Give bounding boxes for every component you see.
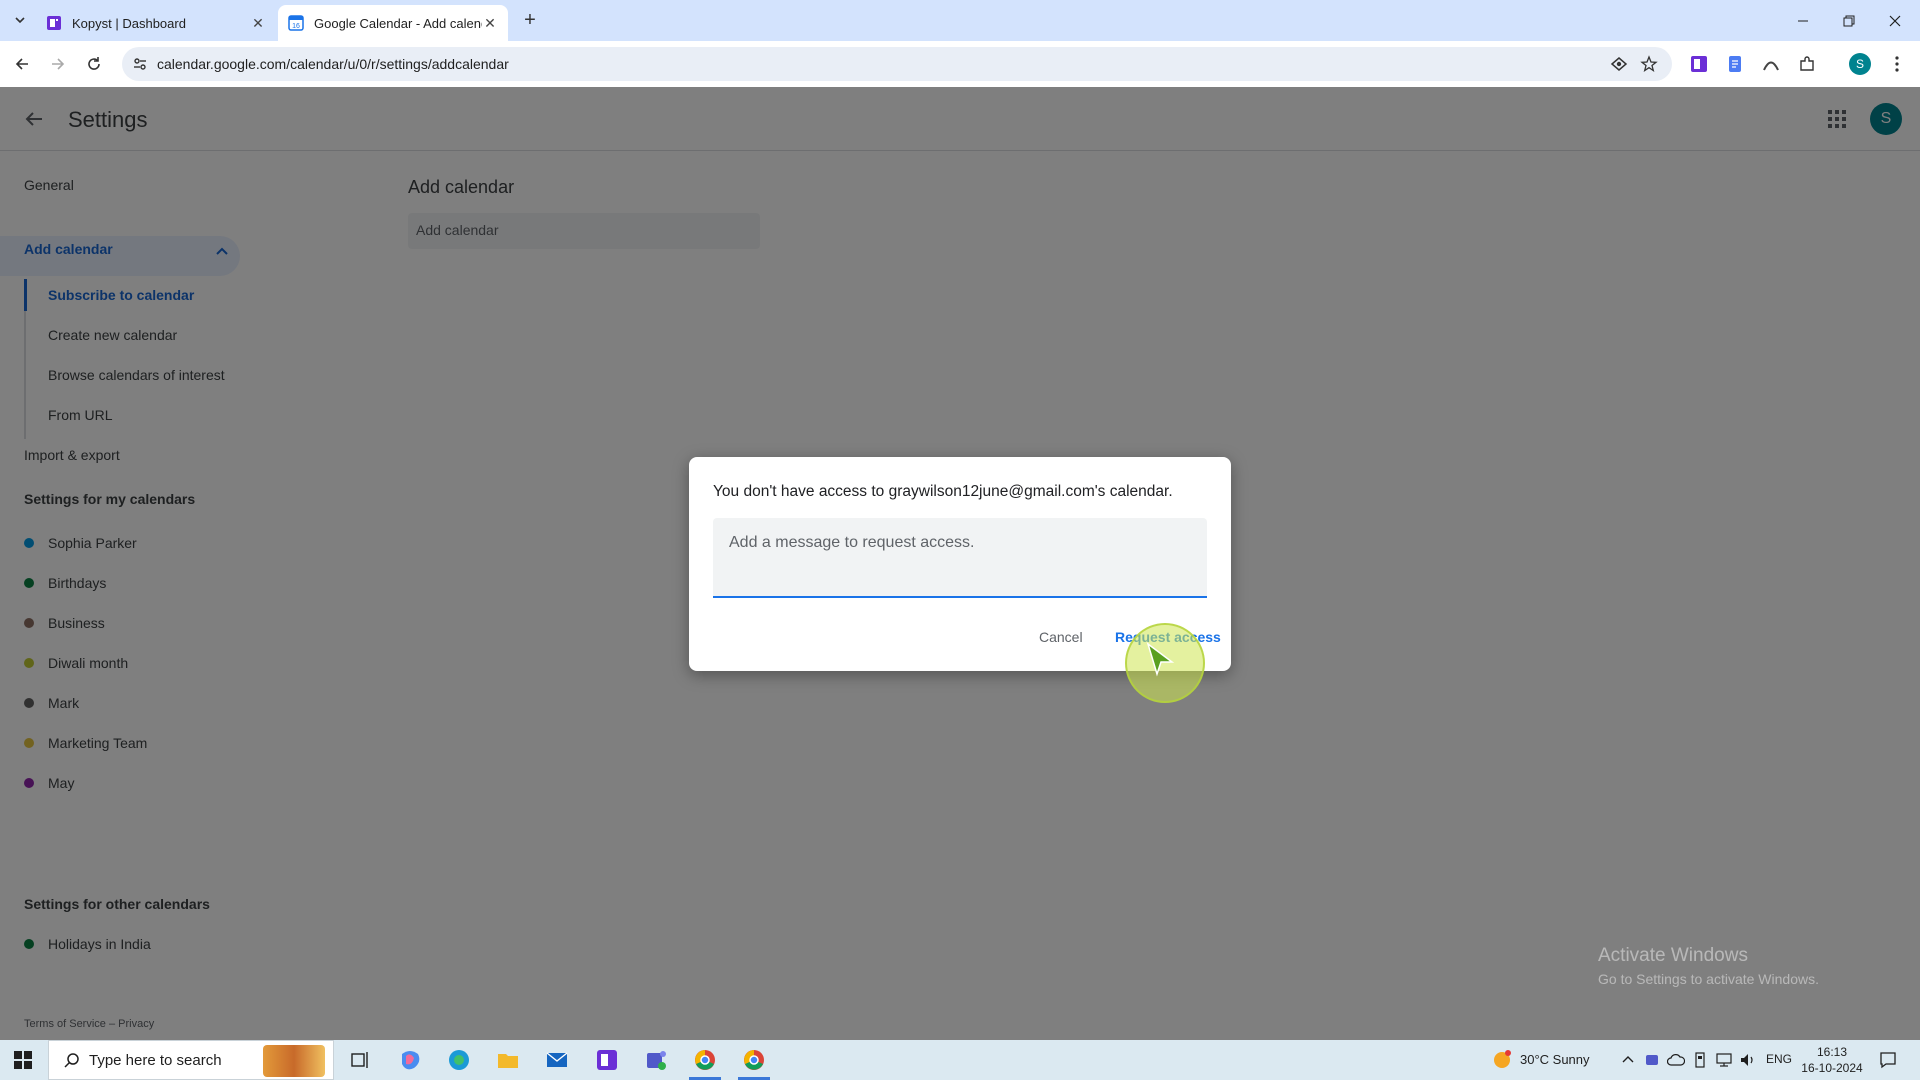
bookmark-star-icon[interactable] [1640,55,1658,73]
extension-arc-icon[interactable] [1760,53,1782,75]
task-view-icon[interactable] [346,1046,374,1074]
profile-letter: S [1855,57,1864,71]
tab-kopyst-dashboard[interactable]: Kopyst | Dashboard ✕ [36,5,276,41]
close-window-icon[interactable] [1872,0,1918,41]
weather-icon[interactable] [1488,1046,1516,1074]
url-text: calendar.google.com/calendar/u/0/r/setti… [157,56,509,72]
search-icon [64,1053,79,1068]
tab-title: Kopyst | Dashboard [72,15,186,31]
file-explorer-icon[interactable] [494,1046,522,1074]
google-calendar-favicon-icon: 16 [288,15,304,31]
system-clock[interactable]: 16:13 16-10-2024 [1800,1044,1864,1076]
kopyst-extension-icon[interactable] [1688,53,1710,75]
site-info-icon[interactable] [132,56,148,72]
search-highlight-image [263,1045,325,1077]
chrome-icon[interactable] [691,1046,719,1074]
svg-text:16: 16 [292,23,300,30]
calendar-settings-page: Settings S General Add calendar Subscrib… [0,87,1920,1080]
windows-start-icon[interactable] [0,1040,46,1080]
activate-windows-subtitle: Go to Settings to activate Windows. [1598,971,1819,987]
restore-icon[interactable] [1826,0,1872,41]
cancel-button[interactable]: Cancel [1031,625,1091,649]
forward-icon[interactable] [44,50,72,78]
teams-icon[interactable] [642,1046,670,1074]
activate-windows-title: Activate Windows [1598,945,1748,966]
tab-close-icon[interactable]: ✕ [250,15,266,31]
mail-icon[interactable] [543,1046,571,1074]
back-icon[interactable] [8,50,36,78]
access-message-input[interactable] [713,518,1207,596]
volume-icon[interactable] [1734,1046,1762,1074]
kopyst-taskbar-icon[interactable] [593,1046,621,1074]
chrome-profile-icon[interactable] [740,1046,768,1074]
search-placeholder: Type here to search [89,1052,222,1069]
notifications-icon[interactable] [1874,1046,1902,1074]
cursor-arrow-icon [1146,642,1175,677]
tab-search-icon[interactable] [8,8,32,32]
extensions-puzzle-icon[interactable] [1796,53,1818,75]
browser-menu-icon[interactable] [1886,53,1908,75]
windows-taskbar: Type here to search 30°C Sunny ENG 16:13… [0,1040,1920,1080]
edge-browser-icon[interactable] [445,1046,473,1074]
tab-google-calendar[interactable]: 16 Google Calendar - Add calendar ✕ [278,5,508,41]
copilot-icon[interactable] [396,1046,424,1074]
reload-icon[interactable] [80,50,108,78]
browser-tabstrip: Kopyst | Dashboard ✕ 16 Google Calendar … [0,0,1920,41]
browser-toolbar: calendar.google.com/calendar/u/0/r/setti… [0,41,1920,87]
eye-hidden-icon[interactable] [1610,55,1628,73]
new-tab-icon[interactable]: + [518,8,542,32]
minimize-icon[interactable] [1780,0,1826,41]
address-bar[interactable]: calendar.google.com/calendar/u/0/r/setti… [122,47,1672,81]
access-message-field [713,518,1207,598]
language-indicator[interactable]: ENG [1766,1052,1792,1066]
tab-close-icon[interactable]: ✕ [482,15,498,31]
taskbar-search[interactable]: Type here to search [48,1040,334,1080]
clock-date: 16-10-2024 [1801,1061,1863,1075]
weather-text[interactable]: 30°C Sunny [1520,1052,1590,1067]
tab-title: Google Calendar - Add calendar [314,15,482,31]
extension-doc-icon[interactable] [1724,53,1746,75]
activate-windows-watermark: Activate Windows Go to Settings to activ… [1598,945,1819,987]
clock-time: 16:13 [1816,1045,1848,1059]
profile-avatar[interactable]: S [1849,53,1871,75]
kopyst-favicon-icon [47,16,61,30]
no-access-message: You don't have access to graywilson12jun… [713,483,1173,500]
